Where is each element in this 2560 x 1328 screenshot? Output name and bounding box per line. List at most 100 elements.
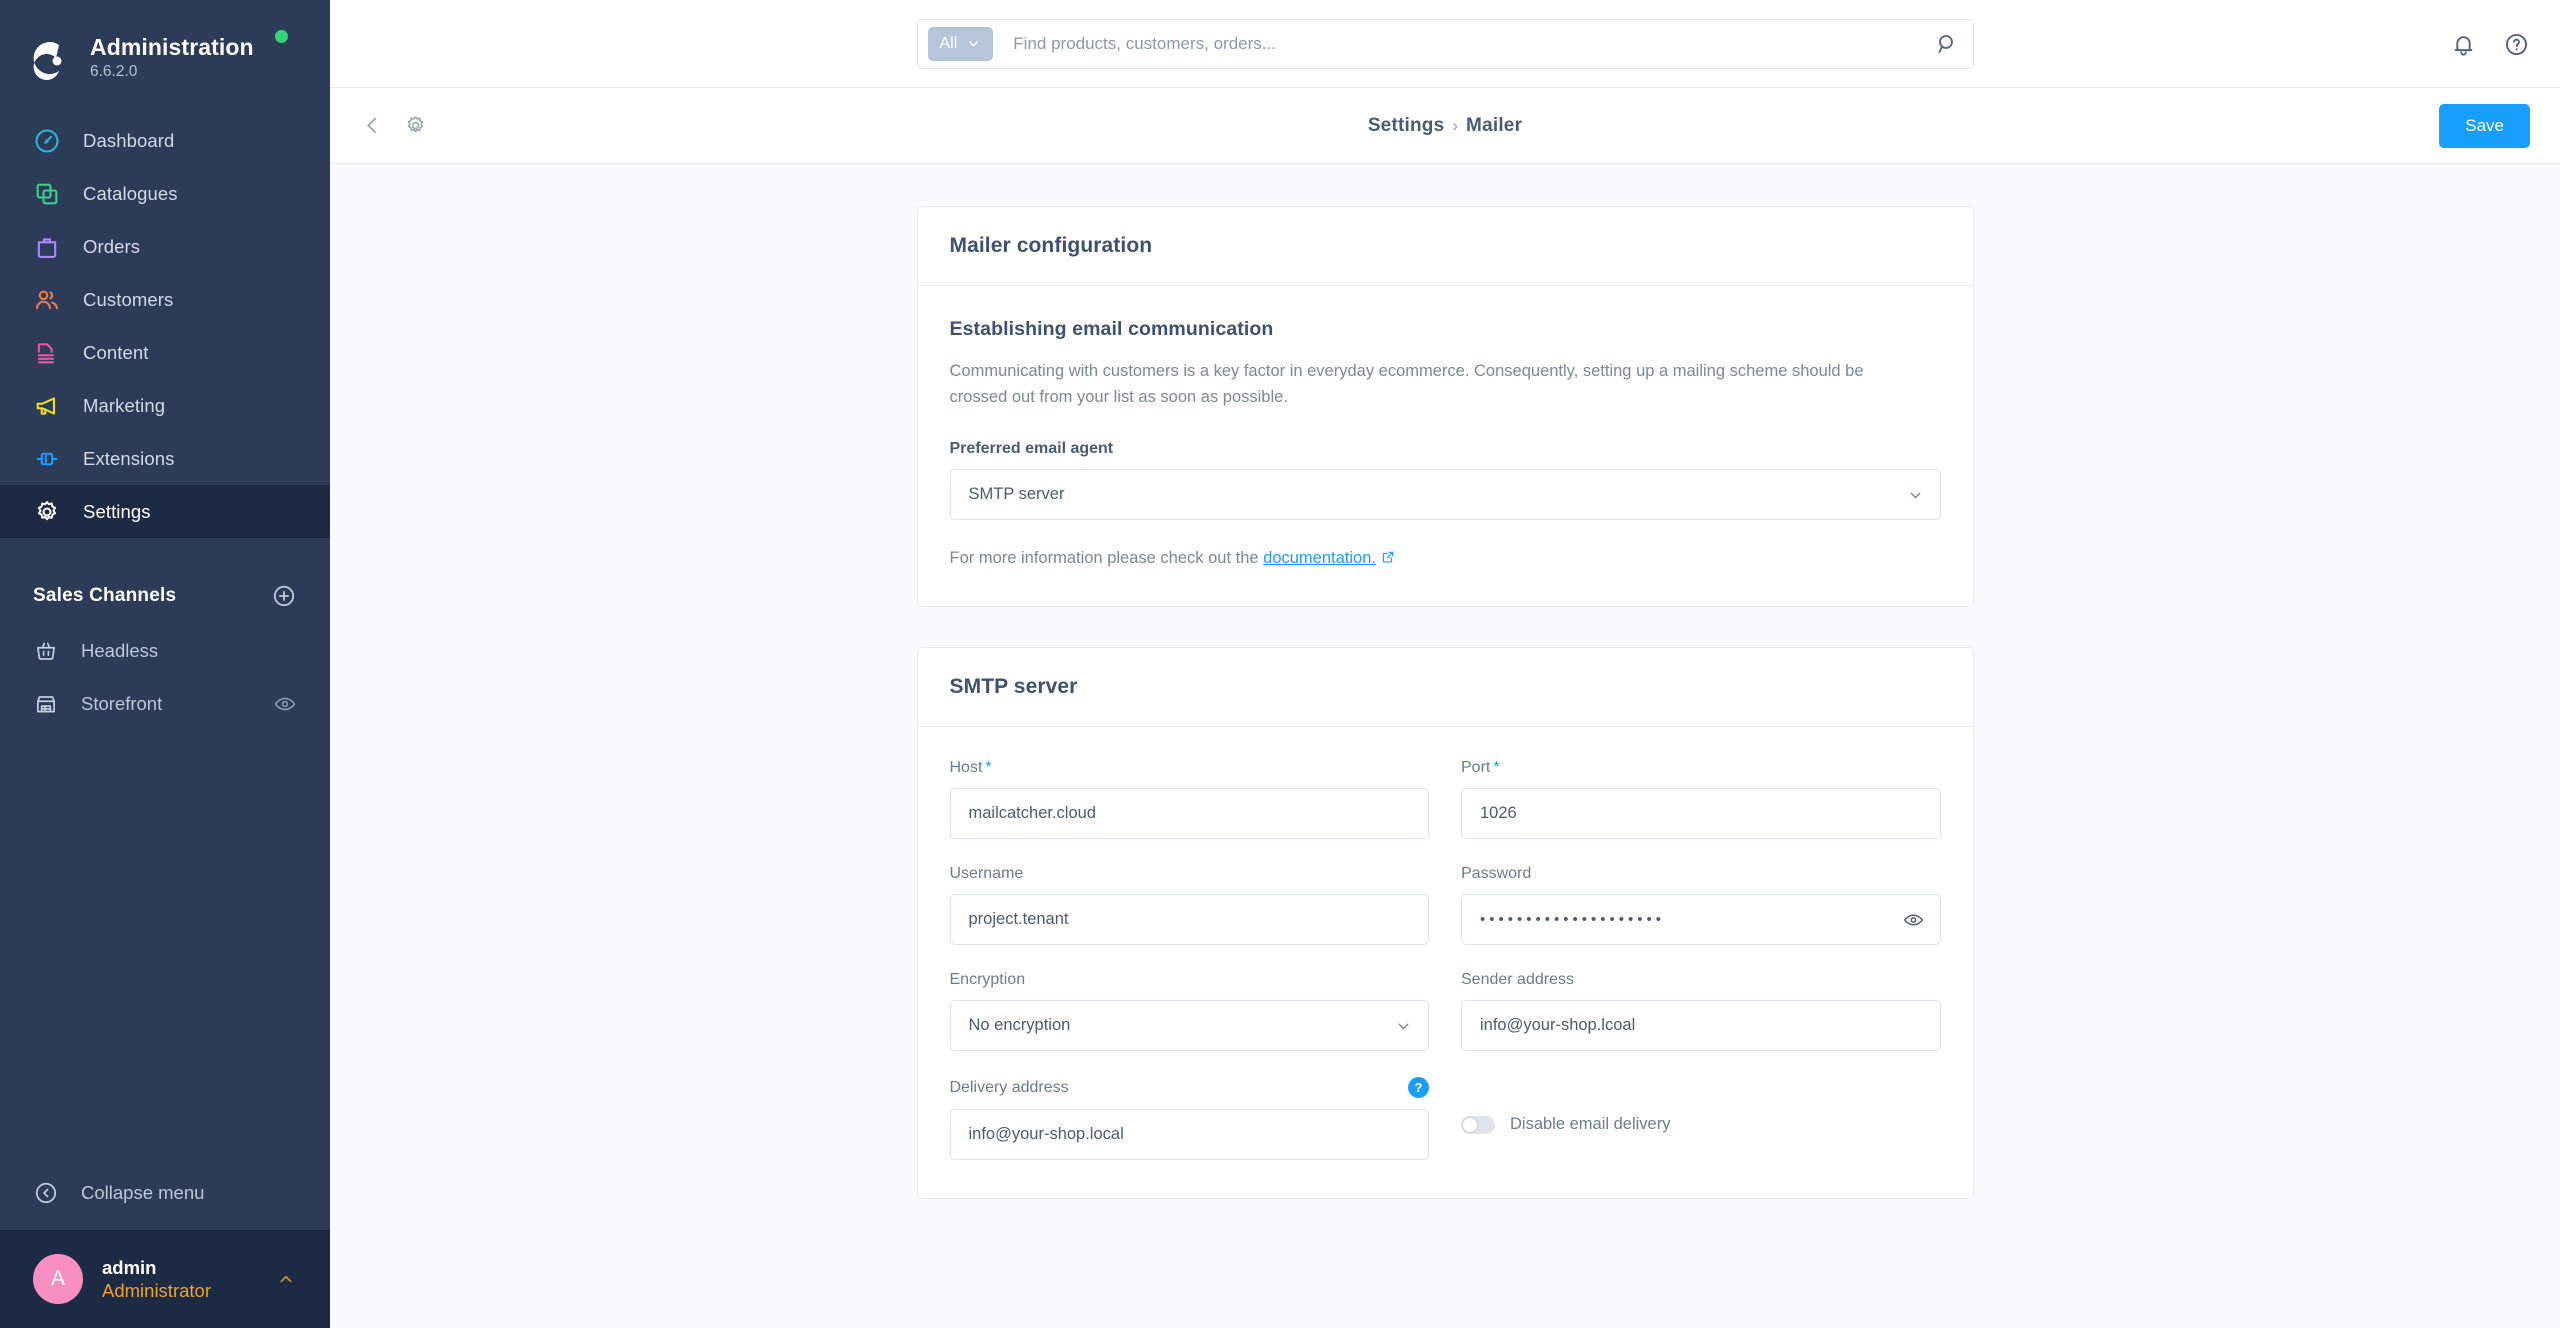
sidebar-item-marketing[interactable]: Marketing (0, 379, 330, 432)
sidebar-item-label: Extensions (83, 447, 175, 469)
sidebar-item-customers[interactable]: Customers (0, 273, 330, 326)
sales-channel-headless[interactable]: Headless (0, 624, 330, 677)
username-label: Username (949, 865, 1024, 882)
gear-icon[interactable] (403, 113, 428, 138)
settings-gear-icon (37, 500, 57, 520)
marketing-icon (36, 396, 56, 415)
chevron-left-icon[interactable] (360, 113, 385, 138)
sidebar-item-content[interactable]: Content (0, 326, 330, 379)
breadcrumb-parent[interactable]: Settings (1368, 115, 1445, 137)
section-title: Establishing email communication (949, 318, 1274, 340)
port-field-group: Port * 1026 (1461, 759, 1941, 839)
disable-email-delivery-toggle[interactable] (1461, 1115, 1495, 1134)
breadcrumb-current: Mailer (1466, 114, 1523, 136)
shopware-logo-icon (33, 42, 62, 81)
orders-icon (37, 237, 57, 258)
sales-channel-label: Storefront (81, 692, 163, 714)
smtp-card-title: SMTP server (949, 675, 1078, 698)
username-field-group: Username project.tenant (949, 865, 1429, 945)
sidebar-item-settings[interactable]: Settings (0, 485, 330, 538)
user-menu[interactable]: A admin Administrator (0, 1230, 330, 1328)
sidebar-item-orders[interactable]: Orders (0, 220, 330, 273)
preferred-email-agent-label: Preferred email agent (949, 440, 1114, 457)
preferred-email-agent-value: SMTP server (949, 469, 1941, 520)
page-content: Mailer configuration Establishing email … (330, 164, 2560, 1328)
basket-icon (37, 642, 55, 660)
sidebar-item-label: Dashboard (83, 129, 175, 151)
topbar-actions (2450, 0, 2530, 88)
page-toolbar: Settings › Mailer Save (330, 88, 2560, 164)
sales-channels-list: Headless Storefront (0, 624, 330, 730)
delivery-address-label: Delivery address (949, 1078, 1069, 1096)
global-search: All (916, 18, 1974, 69)
circle-question-icon[interactable] (2503, 31, 2530, 58)
sender-address-field-group: Sender address info@your-shop.lcoal (1461, 971, 1941, 1051)
host-field-group: Host * mailcatcher.cloud (949, 759, 1429, 839)
search-scope-selector[interactable]: All (927, 26, 994, 61)
customers-icon (36, 290, 58, 309)
eye-icon[interactable] (1902, 908, 1925, 931)
sidebar-item-label: Orders (83, 235, 141, 257)
breadcrumb-separator: › (1452, 115, 1459, 135)
card-body: Establishing email communication Communi… (918, 286, 1973, 606)
smtp-server-card: SMTP server Host * mailcatcher.cloud Port… (916, 647, 1974, 1199)
sidebar-item-label: Customers (83, 288, 174, 310)
documentation-link[interactable]: documentation. (1263, 549, 1376, 567)
page-title: Mailer configuration (949, 234, 1153, 257)
host-input[interactable]: mailcatcher.cloud (949, 788, 1429, 839)
user-role: Administrator (102, 1280, 211, 1301)
search-scope-label: All (939, 34, 958, 52)
sidebar-header: Administration 6.6.2.0 (0, 0, 330, 92)
encryption-select[interactable]: No encryption (949, 1000, 1429, 1051)
sidebar-item-extensions[interactable]: Extensions (0, 432, 330, 485)
host-label: Host * (949, 759, 992, 776)
search-icon[interactable] (1935, 32, 1959, 56)
port-input[interactable]: 1026 (1461, 788, 1941, 839)
bell-icon[interactable] (2450, 31, 2477, 58)
sidebar-nav: Dashboard Catalogues Orders Customers Co… (0, 114, 330, 538)
delivery-address-field-group: Delivery address ? info@your-shop.local (949, 1077, 1429, 1160)
username-input[interactable]: project.tenant (949, 894, 1429, 945)
sales-channel-label: Headless (81, 639, 159, 661)
external-link-icon[interactable] (1381, 550, 1395, 564)
sidebar-item-label: Marketing (83, 394, 166, 416)
app-title: Administration (90, 34, 254, 60)
circle-plus-icon[interactable] (271, 583, 297, 609)
sidebar-item-catalogues[interactable]: Catalogues (0, 167, 330, 220)
chevron-down-icon (969, 41, 979, 47)
sales-channels-section-header: Sales Channels (0, 576, 330, 616)
extensions-icon (36, 452, 58, 465)
password-label: Password (1461, 865, 1532, 882)
online-status-dot (275, 30, 288, 43)
sidebar-item-dashboard[interactable]: Dashboard (0, 114, 330, 167)
sales-channels-label: Sales Channels (33, 585, 177, 606)
sales-channel-storefront[interactable]: Storefront (0, 677, 330, 730)
collapse-menu-label: Collapse menu (81, 1182, 205, 1203)
card-body: Host * mailcatcher.cloud Port * 1026 Usern… (918, 727, 1973, 1198)
help-badge-icon[interactable]: ? (1408, 1077, 1429, 1098)
collapse-menu-button[interactable]: Collapse menu (0, 1156, 330, 1230)
sender-address-label: Sender address (1461, 971, 1574, 988)
section-description: Communicating with customers is a key fa… (949, 362, 1864, 406)
sidebar-item-label: Catalogues (83, 182, 178, 204)
circle-chevron-left-icon (35, 1182, 57, 1204)
breadcrumb: Settings › Mailer (330, 115, 2560, 137)
app-root: Administration 6.6.2.0 Dashboard Catalog… (0, 0, 2560, 1328)
password-input[interactable]: •••••••••••••••••••• (1461, 894, 1941, 945)
mailer-configuration-card: Mailer configuration Establishing email … (916, 206, 1974, 607)
save-button[interactable]: Save (2439, 103, 2530, 148)
card-header: Mailer configuration (917, 207, 1973, 286)
documentation-hint-text: For more information please check out th… (949, 549, 1264, 567)
sender-address-input[interactable]: info@your-shop.lcoal (1461, 1000, 1941, 1051)
preferred-email-agent-select[interactable]: SMTP server (949, 469, 1941, 520)
sidebar: Administration 6.6.2.0 Dashboard Catalog… (0, 0, 330, 1328)
eye-icon[interactable] (273, 692, 297, 716)
card-header: SMTP server (917, 648, 1973, 727)
top-bar: All (330, 0, 2560, 88)
sidebar-item-label: Content (83, 341, 149, 363)
delivery-address-input[interactable]: info@your-shop.local (949, 1109, 1429, 1160)
dashboard-icon (35, 128, 59, 153)
content-icon (37, 342, 54, 363)
storefront-icon (37, 695, 55, 712)
search-input[interactable] (1013, 33, 1935, 54)
